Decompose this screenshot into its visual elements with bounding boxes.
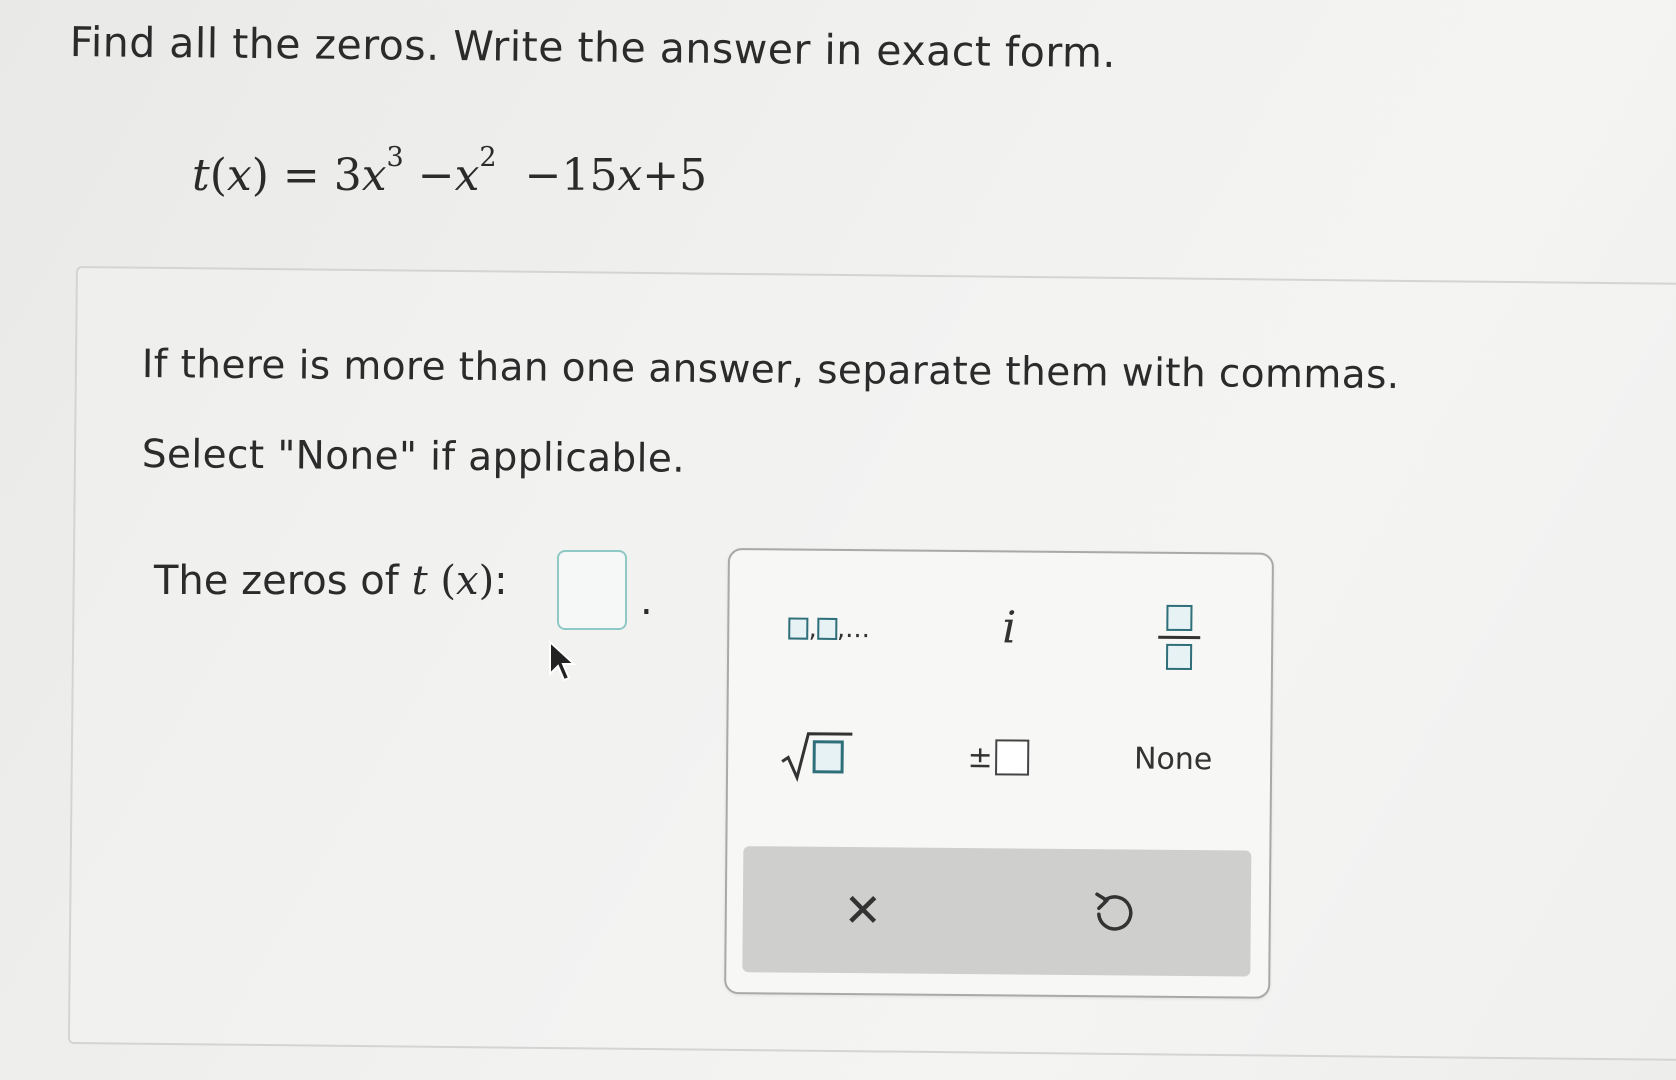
close-icon: ✕ [843,883,883,938]
zeros-function-name: t [411,558,428,604]
math-keypad: ,,... i ± None ✕ [724,548,1274,999]
term-coefficient: 3 [333,150,362,201]
square-root-icon [781,732,853,783]
question-instruction: Find all the zeros. Write the answer in … [69,18,1117,77]
none-button[interactable]: None [1108,728,1239,789]
term-x: x [454,150,480,201]
term-x: x [361,150,387,201]
list-template-button[interactable]: ,,... [764,598,895,659]
term-constant: +5 [642,150,708,201]
mouse-pointer-icon [549,640,577,682]
term-minus: − [417,150,455,201]
numerator-box-icon [1166,604,1193,631]
undo-button[interactable] [1053,875,1174,950]
fraction-bar-icon [1158,635,1201,639]
undo-icon [1095,892,1133,931]
square-root-button[interactable] [768,720,869,791]
placeholder-box-icon [788,617,809,640]
zeros-label: The zeros of t (x): [154,558,508,604]
function-name: t [192,150,210,201]
clear-button[interactable]: ✕ [803,873,924,948]
placeholder-box-icon [816,617,837,640]
fraction-button[interactable] [1139,592,1220,683]
denominator-box-icon [1165,643,1193,670]
function-variable: x [226,150,252,201]
zeros-answer-input[interactable] [557,550,627,630]
placeholder-box-icon [994,739,1029,776]
term-exponent: 2 [479,142,497,174]
zeros-label-prefix: The zeros of [154,558,399,604]
term-exponent: 3 [386,142,404,174]
answer-period: . [640,578,653,624]
zeros-function-variable: x [456,558,479,604]
term-linear-coefficient: −15 [524,150,618,201]
plus-minus-symbol: ± [967,739,993,775]
none-instruction: Select "None" if applicable. [141,432,686,482]
plus-minus-button[interactable]: ± [948,722,1049,793]
term-x: x [617,150,643,201]
list-key-suffix: ,... [836,613,871,645]
polynomial-equation: t(x) = 3x3 −x2 −15x+5 [192,142,708,201]
keypad-action-bar: ✕ [742,846,1252,977]
imaginary-unit-button[interactable]: i [969,597,1050,658]
